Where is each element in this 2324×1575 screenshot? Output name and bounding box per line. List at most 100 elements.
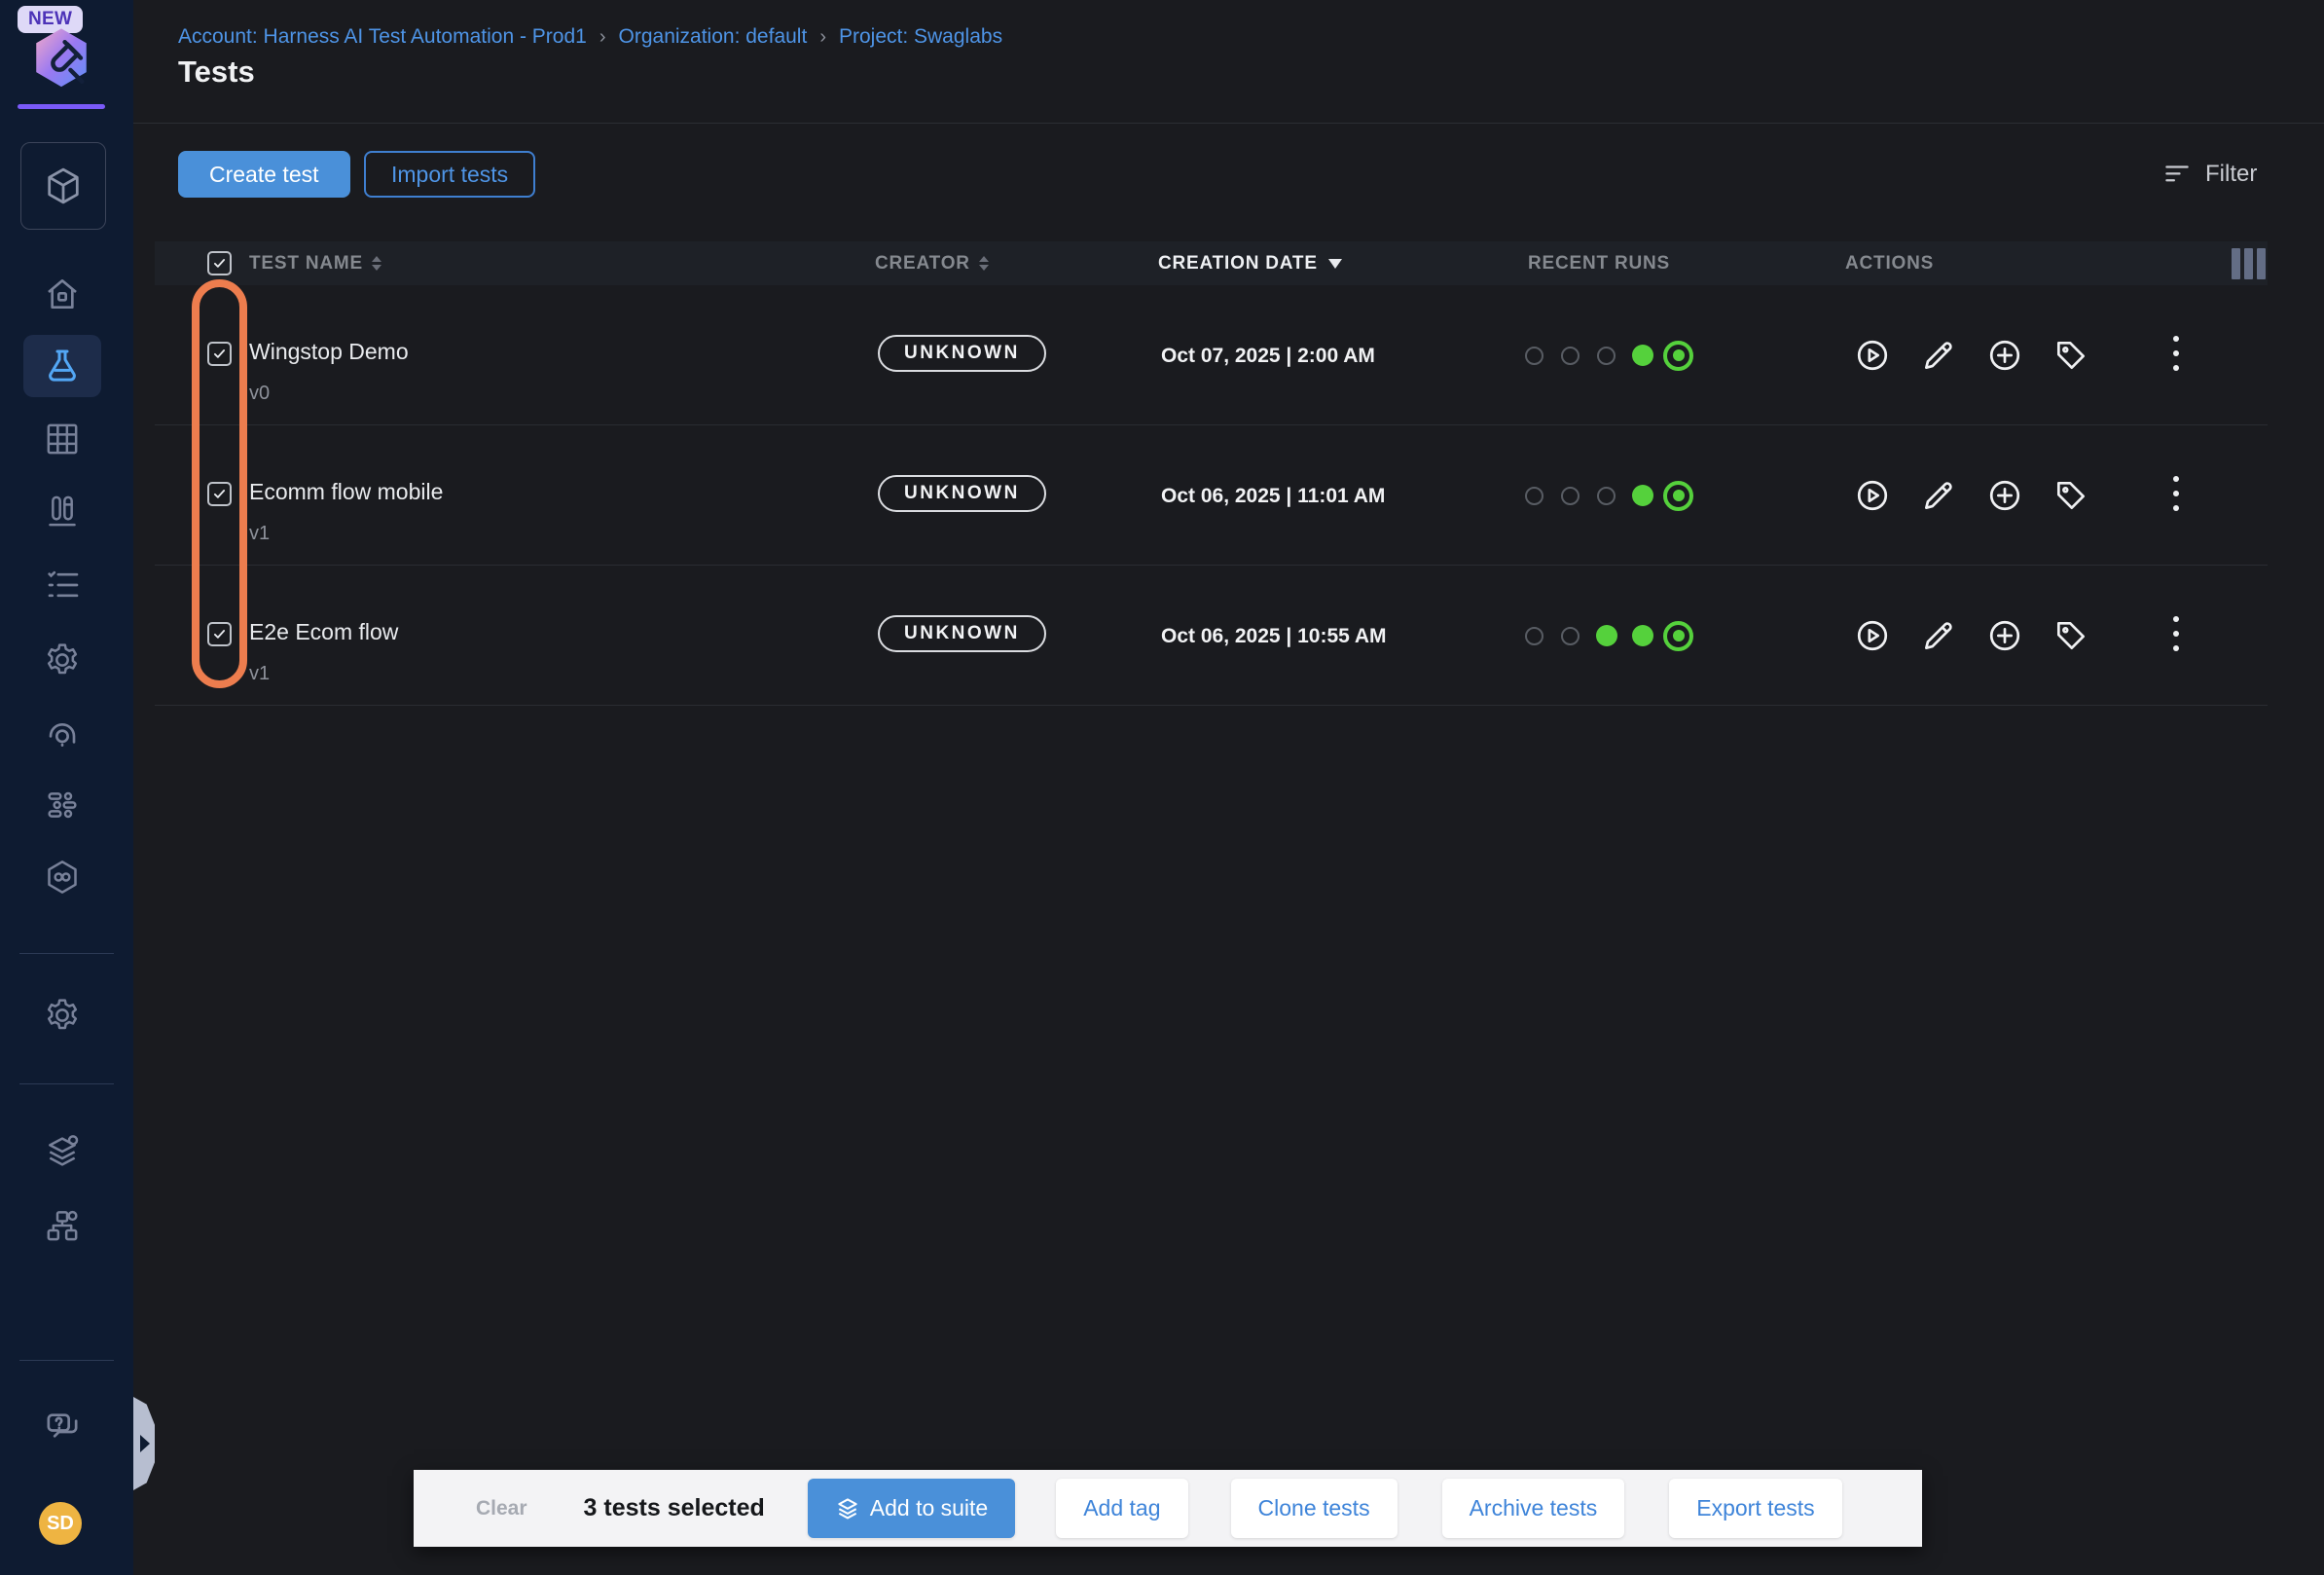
run-status-dot-pass[interactable] — [1624, 618, 1660, 654]
workflow-icon — [43, 786, 82, 824]
run-status-dot-empty[interactable] — [1588, 478, 1624, 514]
run-status-dot-pass-latest[interactable] — [1660, 478, 1696, 514]
hierarchy-gear-icon — [43, 1206, 82, 1245]
test-name-link[interactable]: E2e Ecom flow — [249, 619, 398, 645]
add-to-suite-button[interactable]: Add to suite — [808, 1479, 1015, 1538]
sidebar-item-workflow[interactable] — [23, 774, 101, 836]
more-actions-button[interactable] — [2163, 474, 2189, 513]
breadcrumb: Account: Harness AI Test Automation - Pr… — [178, 25, 1002, 49]
sidebar-item-home[interactable] — [23, 263, 101, 325]
sidebar-item-environments[interactable] — [23, 1120, 101, 1183]
run-status-dot-empty[interactable] — [1552, 618, 1588, 654]
run-status-dot-pass-latest[interactable] — [1660, 338, 1696, 374]
tag-test-button[interactable] — [2052, 617, 2089, 654]
selection-bar: Clear 3 tests selected Add to suite Add … — [414, 1470, 1922, 1547]
sidebar-item-module-switcher[interactable] — [20, 142, 106, 230]
sidebar-item-harness-platform[interactable] — [23, 846, 101, 908]
logo-underline — [18, 104, 105, 109]
edit-test-button[interactable] — [1920, 477, 1957, 514]
filter-button[interactable]: Filter — [2162, 152, 2257, 197]
pencil-icon — [1920, 477, 1957, 514]
sidebar-item-test-tubes[interactable] — [23, 480, 101, 542]
creation-date-label: Oct 06, 2025 | 11:01 AM — [1161, 485, 1385, 508]
edit-test-button[interactable] — [1920, 337, 1957, 374]
sidebar-divider — [19, 953, 114, 954]
run-status-dot-empty[interactable] — [1588, 338, 1624, 374]
run-status-dot-empty[interactable] — [1552, 478, 1588, 514]
plus-circle-icon — [1986, 337, 2023, 374]
row-checkbox[interactable] — [207, 342, 232, 366]
edit-test-button[interactable] — [1920, 617, 1957, 654]
sidebar-item-account-settings[interactable] — [23, 984, 101, 1046]
run-status-dot-empty[interactable] — [1552, 338, 1588, 374]
sidebar-item-incognito[interactable] — [23, 701, 101, 763]
table-row: E2e Ecom flow v1 UNKNOWN Oct 06, 2025 | … — [133, 566, 2324, 706]
clear-selection-button[interactable]: Clear — [476, 1497, 527, 1520]
sidebar-item-grid[interactable] — [23, 408, 101, 470]
run-test-button[interactable] — [1854, 337, 1891, 374]
run-status-dot-pass[interactable] — [1588, 618, 1624, 654]
row-checkbox[interactable] — [207, 622, 232, 646]
sidebar-item-infrastructure[interactable] — [23, 1194, 101, 1257]
plus-circle-icon — [1986, 477, 2023, 514]
help-chat-icon — [43, 1409, 82, 1447]
sidebar-item-settings-project[interactable] — [23, 629, 101, 691]
user-avatar[interactable]: SD — [39, 1502, 82, 1545]
run-status-dot-pass[interactable] — [1624, 338, 1660, 374]
more-actions-button[interactable] — [2163, 614, 2189, 653]
breadcrumb-organization[interactable]: Organization: default — [619, 25, 808, 49]
breadcrumb-account[interactable]: Account: Harness AI Test Automation - Pr… — [178, 25, 587, 49]
import-tests-button[interactable]: Import tests — [364, 151, 535, 198]
tag-icon — [2052, 337, 2089, 374]
sidebar-divider — [19, 1083, 114, 1084]
run-status-dot-empty[interactable] — [1516, 478, 1552, 514]
test-name-link[interactable]: Ecomm flow mobile — [249, 479, 443, 505]
row-checkbox[interactable] — [207, 482, 232, 506]
test-name-link[interactable]: Wingstop Demo — [249, 339, 409, 365]
play-circle-icon — [1854, 477, 1891, 514]
add-tag-button[interactable]: Add tag — [1056, 1479, 1187, 1538]
sort-icon — [372, 256, 381, 271]
column-header-creator[interactable]: CREATOR — [875, 241, 989, 285]
play-circle-icon — [1854, 337, 1891, 374]
row-actions — [1854, 566, 2089, 706]
breadcrumb-project[interactable]: Project: Swaglabs — [839, 25, 1002, 49]
run-status-dot-empty[interactable] — [1516, 618, 1552, 654]
column-header-creation-date[interactable]: CREATION DATE — [1158, 241, 1342, 285]
sidebar-item-tests[interactable] — [23, 335, 101, 397]
column-settings-icon[interactable] — [2232, 248, 2266, 279]
test-version-label: v1 — [249, 663, 270, 685]
creator-badge: UNKNOWN — [878, 615, 1046, 652]
sidebar-item-help[interactable] — [23, 1397, 101, 1459]
add-to-suite-button[interactable] — [1986, 337, 2023, 374]
run-status-dot-pass[interactable] — [1624, 478, 1660, 514]
tag-test-button[interactable] — [2052, 477, 2089, 514]
create-test-button[interactable]: Create test — [178, 151, 350, 198]
run-status-dot-empty[interactable] — [1516, 338, 1552, 374]
more-actions-button[interactable] — [2163, 334, 2189, 373]
run-test-button[interactable] — [1854, 617, 1891, 654]
row-actions — [1854, 285, 2089, 425]
test-version-label: v1 — [249, 523, 270, 545]
run-test-button[interactable] — [1854, 477, 1891, 514]
harness-ai-test-logo-icon[interactable] — [28, 25, 94, 95]
add-to-suite-button[interactable] — [1986, 617, 2023, 654]
select-all-checkbox[interactable] — [207, 251, 232, 275]
chevron-right-icon: › — [819, 26, 826, 49]
archive-tests-button[interactable]: Archive tests — [1442, 1479, 1625, 1538]
run-status-dot-pass-latest[interactable] — [1660, 618, 1696, 654]
layers-gear-icon — [43, 1132, 82, 1171]
tag-icon — [2052, 477, 2089, 514]
header-divider — [133, 123, 2324, 124]
sidebar-item-checklist[interactable] — [23, 554, 101, 616]
pencil-icon — [1920, 337, 1957, 374]
test-version-label: v0 — [249, 383, 270, 405]
export-tests-button[interactable]: Export tests — [1669, 1479, 1841, 1538]
page-title: Tests — [178, 55, 255, 90]
clone-tests-button[interactable]: Clone tests — [1231, 1479, 1398, 1538]
creation-date-label: Oct 06, 2025 | 10:55 AM — [1161, 625, 1387, 648]
play-circle-icon — [1854, 617, 1891, 654]
tag-test-button[interactable] — [2052, 337, 2089, 374]
column-header-test-name[interactable]: TEST NAME — [249, 241, 381, 285]
add-to-suite-button[interactable] — [1986, 477, 2023, 514]
